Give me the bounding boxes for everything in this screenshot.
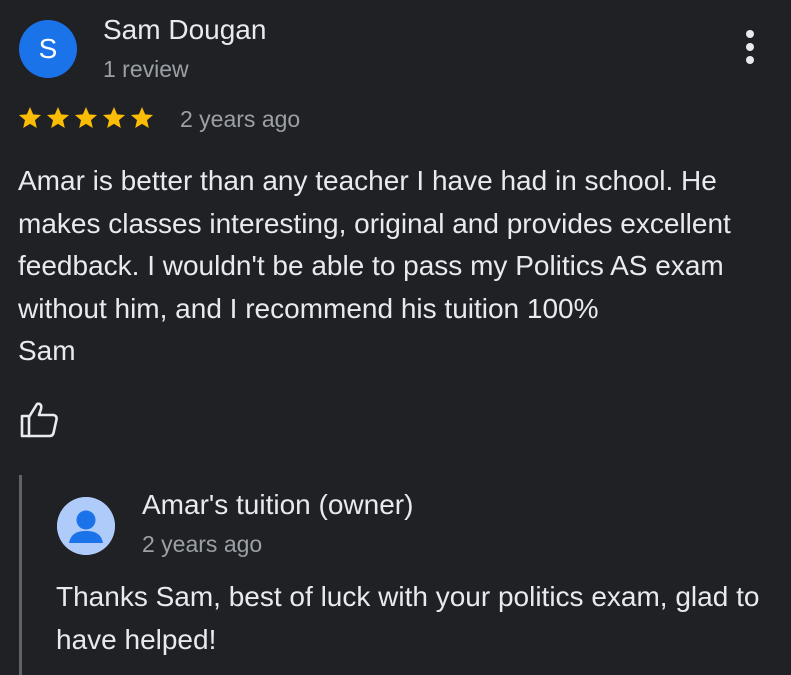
review-text: Amar is better than any teacher I have h… — [18, 165, 731, 366]
more-options-icon[interactable] — [740, 30, 760, 70]
person-icon[interactable] — [57, 497, 115, 555]
review-count[interactable]: 1 review — [103, 56, 189, 83]
reply-time: 2 years ago — [142, 531, 263, 557]
owner-reply: Amar's tuition (owner) 2 years ago Thank… — [19, 475, 791, 675]
star-icon — [102, 106, 126, 128]
reply-text: Thanks Sam, best of luck with your polit… — [56, 581, 760, 655]
star-rating — [17, 105, 155, 131]
star-icon — [46, 106, 70, 128]
star-icon — [18, 106, 42, 128]
review-time: 2 years ago — [180, 106, 301, 132]
owner-name[interactable]: Amar's tuition (owner) — [142, 489, 413, 521]
star-icon — [74, 106, 98, 128]
star-icon — [130, 106, 154, 128]
reviewer-name[interactable]: Sam Dougan — [103, 14, 266, 46]
thumb-up-icon[interactable] — [18, 400, 60, 440]
avatar-letter: S — [38, 33, 58, 64]
reviewer-avatar[interactable]: S — [19, 20, 77, 78]
